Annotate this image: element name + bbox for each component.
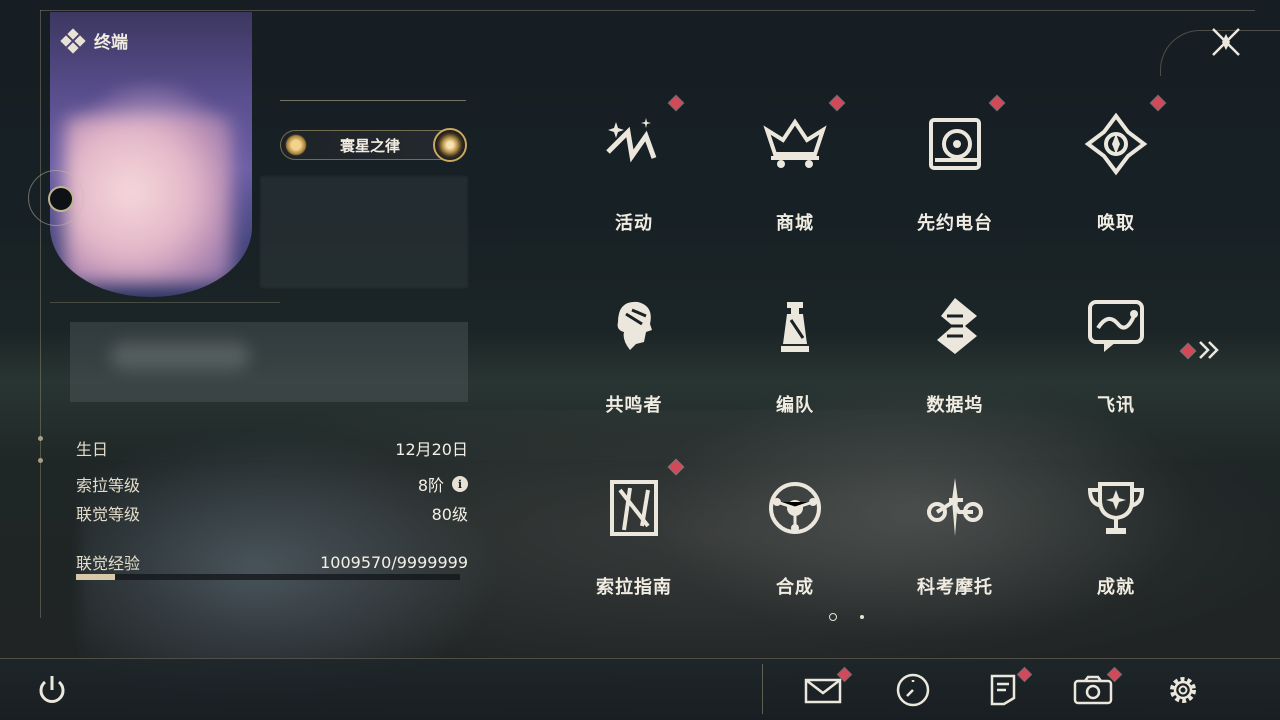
- stat-label: 生日: [76, 440, 109, 459]
- menu-item-label: 飞讯: [1097, 395, 1135, 416]
- notification-badge: [1150, 95, 1166, 111]
- name-underline: [280, 100, 466, 101]
- blurred-avatar: [64, 116, 232, 284]
- stat-label: 联觉等级: [76, 505, 141, 524]
- menu-item-convene[interactable]: 唤取: [1036, 95, 1196, 276]
- motorcycle-icon: [923, 476, 987, 540]
- menu-item-resonator[interactable]: 共鸣者: [554, 278, 714, 458]
- next-page-button[interactable]: [1180, 338, 1224, 362]
- stat-label: 索拉等级: [76, 476, 141, 495]
- title-tag[interactable]: 寰星之律: [280, 128, 467, 162]
- settings-icon: [1170, 677, 1196, 703]
- blurred-info-panel: [260, 176, 468, 288]
- settings-button[interactable]: [1163, 670, 1203, 710]
- title-tag-label: 寰星之律: [339, 136, 400, 155]
- stat-value: 8阶: [417, 476, 444, 495]
- frame-line-left: [40, 10, 41, 618]
- stat-union-exp: 联觉经验 1009570/9999999: [76, 550, 468, 574]
- stat-value: 1009570/9999999: [320, 552, 468, 572]
- menu-item-guidebook[interactable]: 索拉指南: [554, 459, 714, 640]
- clock-icon: [896, 673, 930, 707]
- stat-birthday: 生日 12月20日: [76, 436, 468, 460]
- menu-item-label: 编队: [776, 395, 814, 416]
- menu-item-team[interactable]: 编队: [715, 278, 875, 458]
- guidebook-icon: [602, 476, 666, 540]
- blurred-signature-panel: [70, 322, 468, 402]
- profile-portrait[interactable]: [50, 12, 252, 297]
- menu-item-shop[interactable]: 商城: [715, 95, 875, 276]
- page-indicator-1[interactable]: [829, 613, 837, 621]
- stat-union-level: 联觉等级 80级: [76, 501, 468, 525]
- menu-item-label: 共鸣者: [605, 395, 663, 416]
- orb-emblem-icon: [433, 128, 467, 162]
- exp-progress-bar: [76, 574, 460, 580]
- menu-item-label: 商城: [776, 213, 814, 234]
- power-icon: [39, 676, 65, 703]
- menu-item-data-bank[interactable]: 数据坞: [875, 278, 1035, 458]
- notice-button[interactable]: [983, 668, 1031, 710]
- toolbar-separator: [762, 664, 763, 714]
- trophy-icon: [1084, 476, 1148, 540]
- mail-icon: [804, 678, 842, 704]
- stat-label: 联觉经验: [76, 554, 141, 573]
- stat-value: 80级: [431, 505, 468, 524]
- page-indicator-2[interactable]: [860, 615, 864, 619]
- message-icon: [1084, 294, 1148, 358]
- notice-icon: [990, 674, 1016, 706]
- frame-line-top: [40, 10, 1255, 11]
- menu-item-synthesis[interactable]: 合成: [715, 460, 875, 640]
- menu-item-trophy[interactable]: 成就: [1036, 460, 1196, 640]
- stat-value: 12月20日: [395, 440, 468, 459]
- team-icon: [763, 294, 827, 358]
- camera-button[interactable]: [1073, 668, 1121, 710]
- menu-item-radio[interactable]: 先约电台: [875, 95, 1035, 276]
- clock-button[interactable]: [893, 670, 933, 710]
- convene-icon: [1084, 112, 1148, 176]
- mail-button[interactable]: [803, 668, 851, 710]
- portrait-badge-dot: [48, 186, 74, 212]
- resonator-icon: [602, 294, 666, 358]
- terminal-icon: [60, 27, 86, 54]
- menu-item-label: 科考摩托: [917, 577, 993, 598]
- close-icon: [1212, 28, 1240, 56]
- double-chevron-right-icon: [1199, 341, 1219, 359]
- page-header: 终端: [60, 27, 128, 54]
- divider: [50, 302, 280, 303]
- notification-badge: [668, 459, 684, 475]
- stat-sol-rank: 索拉等级 8阶 i: [76, 472, 468, 496]
- data-bank-icon: [923, 294, 987, 358]
- power-button[interactable]: [32, 670, 72, 710]
- menu-item-label: 先约电台: [917, 213, 993, 234]
- menu-item-message[interactable]: 飞讯: [1036, 278, 1196, 458]
- page-title: 终端: [94, 33, 128, 53]
- menu-item-label: 索拉指南: [596, 577, 672, 598]
- camera-icon: [1073, 675, 1113, 705]
- shop-icon: [763, 112, 827, 176]
- close-button[interactable]: [1208, 24, 1244, 60]
- menu-item-label: 唤取: [1097, 213, 1135, 234]
- synthesis-icon: [763, 476, 827, 540]
- notification-badge: [668, 95, 684, 111]
- info-icon[interactable]: i: [452, 476, 468, 492]
- menu-item-label: 合成: [776, 577, 814, 598]
- menu-item-label: 成就: [1097, 577, 1135, 598]
- notification-badge: [989, 95, 1005, 111]
- menu-item-label: 活动: [615, 213, 653, 234]
- activity-icon: [602, 112, 666, 176]
- menu-item-activity[interactable]: 活动: [554, 95, 714, 276]
- menu-item-motorcycle[interactable]: 科考摩托: [875, 460, 1035, 640]
- sun-emblem-icon: [285, 134, 307, 156]
- notification-badge: [829, 95, 845, 111]
- menu-item-label: 数据坞: [926, 395, 984, 416]
- radio-icon: [923, 112, 987, 176]
